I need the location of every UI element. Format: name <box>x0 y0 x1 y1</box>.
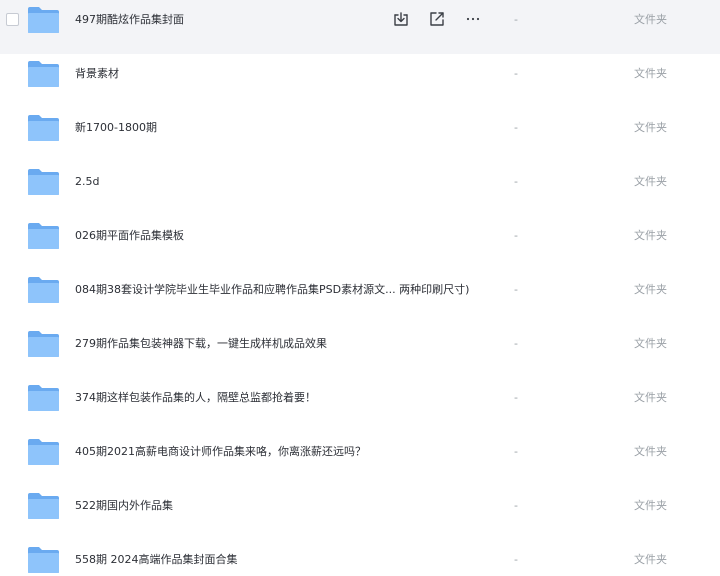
file-list: 497期酷炫作品集封面 - 文件夹 背景素材 - 文件夹 新1700-1800期 - 文件夹 2.… <box>0 0 720 576</box>
file-row[interactable]: 558期 2024高端作品集封面合集 - 文件夹 <box>0 540 720 576</box>
file-type: 文件夹 <box>634 337 667 350</box>
file-type: 文件夹 <box>634 553 667 566</box>
file-type: 文件夹 <box>634 229 667 242</box>
file-type: 文件夹 <box>634 175 667 188</box>
file-name[interactable]: 374期这样包装作品集的人，隔壁总监都抢着要！ <box>75 390 316 406</box>
file-size: - <box>514 229 518 242</box>
file-name[interactable]: 558期 2024高端作品集封面合集 <box>75 552 238 568</box>
download-icon[interactable] <box>392 10 410 28</box>
folder-icon <box>27 114 60 142</box>
file-type: 文件夹 <box>634 13 667 26</box>
file-size: - <box>514 175 518 188</box>
folder-icon <box>27 492 60 520</box>
file-row[interactable]: 背景素材 - 文件夹 <box>0 54 720 108</box>
file-row[interactable]: 026期平面作品集模板 - 文件夹 <box>0 216 720 270</box>
folder-icon <box>27 276 60 304</box>
more-icon[interactable] <box>464 10 482 28</box>
file-size: - <box>514 445 518 458</box>
file-size: - <box>514 67 518 80</box>
share-icon[interactable] <box>428 10 446 28</box>
row-checkbox[interactable] <box>6 13 19 26</box>
folder-icon <box>27 384 60 412</box>
folder-icon <box>27 438 60 466</box>
file-type: 文件夹 <box>634 283 667 296</box>
file-size: - <box>514 337 518 350</box>
file-row[interactable]: 497期酷炫作品集封面 - 文件夹 <box>0 0 720 54</box>
file-type: 文件夹 <box>634 121 667 134</box>
file-name[interactable]: 084期38套设计学院毕业生毕业作品和应聘作品集PSD素材源文... 两种印刷尺… <box>75 282 469 298</box>
file-size: - <box>514 283 518 296</box>
file-size: - <box>514 499 518 512</box>
file-name[interactable]: 497期酷炫作品集封面 <box>75 12 184 28</box>
file-size: - <box>514 13 518 26</box>
file-row[interactable]: 374期这样包装作品集的人，隔壁总监都抢着要！ - 文件夹 <box>0 378 720 432</box>
file-type: 文件夹 <box>634 391 667 404</box>
file-size: - <box>514 121 518 134</box>
folder-icon <box>27 546 60 574</box>
file-row[interactable]: 2.5d - 文件夹 <box>0 162 720 216</box>
folder-icon <box>27 168 60 196</box>
file-name[interactable]: 新1700-1800期 <box>75 120 157 136</box>
file-name[interactable]: 405期2021高薪电商设计师作品集来咯，你离涨薪还远吗？ <box>75 444 366 460</box>
file-row[interactable]: 084期38套设计学院毕业生毕业作品和应聘作品集PSD素材源文... 两种印刷尺… <box>0 270 720 324</box>
file-name[interactable]: 背景素材 <box>75 66 119 82</box>
file-row[interactable]: 新1700-1800期 - 文件夹 <box>0 108 720 162</box>
file-type: 文件夹 <box>634 67 667 80</box>
folder-icon <box>27 60 60 88</box>
folder-icon <box>27 330 60 358</box>
file-name[interactable]: 2.5d <box>75 174 99 190</box>
file-name[interactable]: 026期平面作品集模板 <box>75 228 184 244</box>
file-row[interactable]: 279期作品集包装神器下载，一键生成样机成品效果 - 文件夹 <box>0 324 720 378</box>
file-type: 文件夹 <box>634 445 667 458</box>
file-name[interactable]: 279期作品集包装神器下载，一键生成样机成品效果 <box>75 336 327 352</box>
file-size: - <box>514 391 518 404</box>
file-name[interactable]: 522期国内外作品集 <box>75 498 173 514</box>
folder-icon <box>27 6 60 34</box>
file-row[interactable]: 405期2021高薪电商设计师作品集来咯，你离涨薪还远吗？ - 文件夹 <box>0 432 720 486</box>
folder-icon <box>27 222 60 250</box>
file-type: 文件夹 <box>634 499 667 512</box>
file-row[interactable]: 522期国内外作品集 - 文件夹 <box>0 486 720 540</box>
file-size: - <box>514 553 518 566</box>
